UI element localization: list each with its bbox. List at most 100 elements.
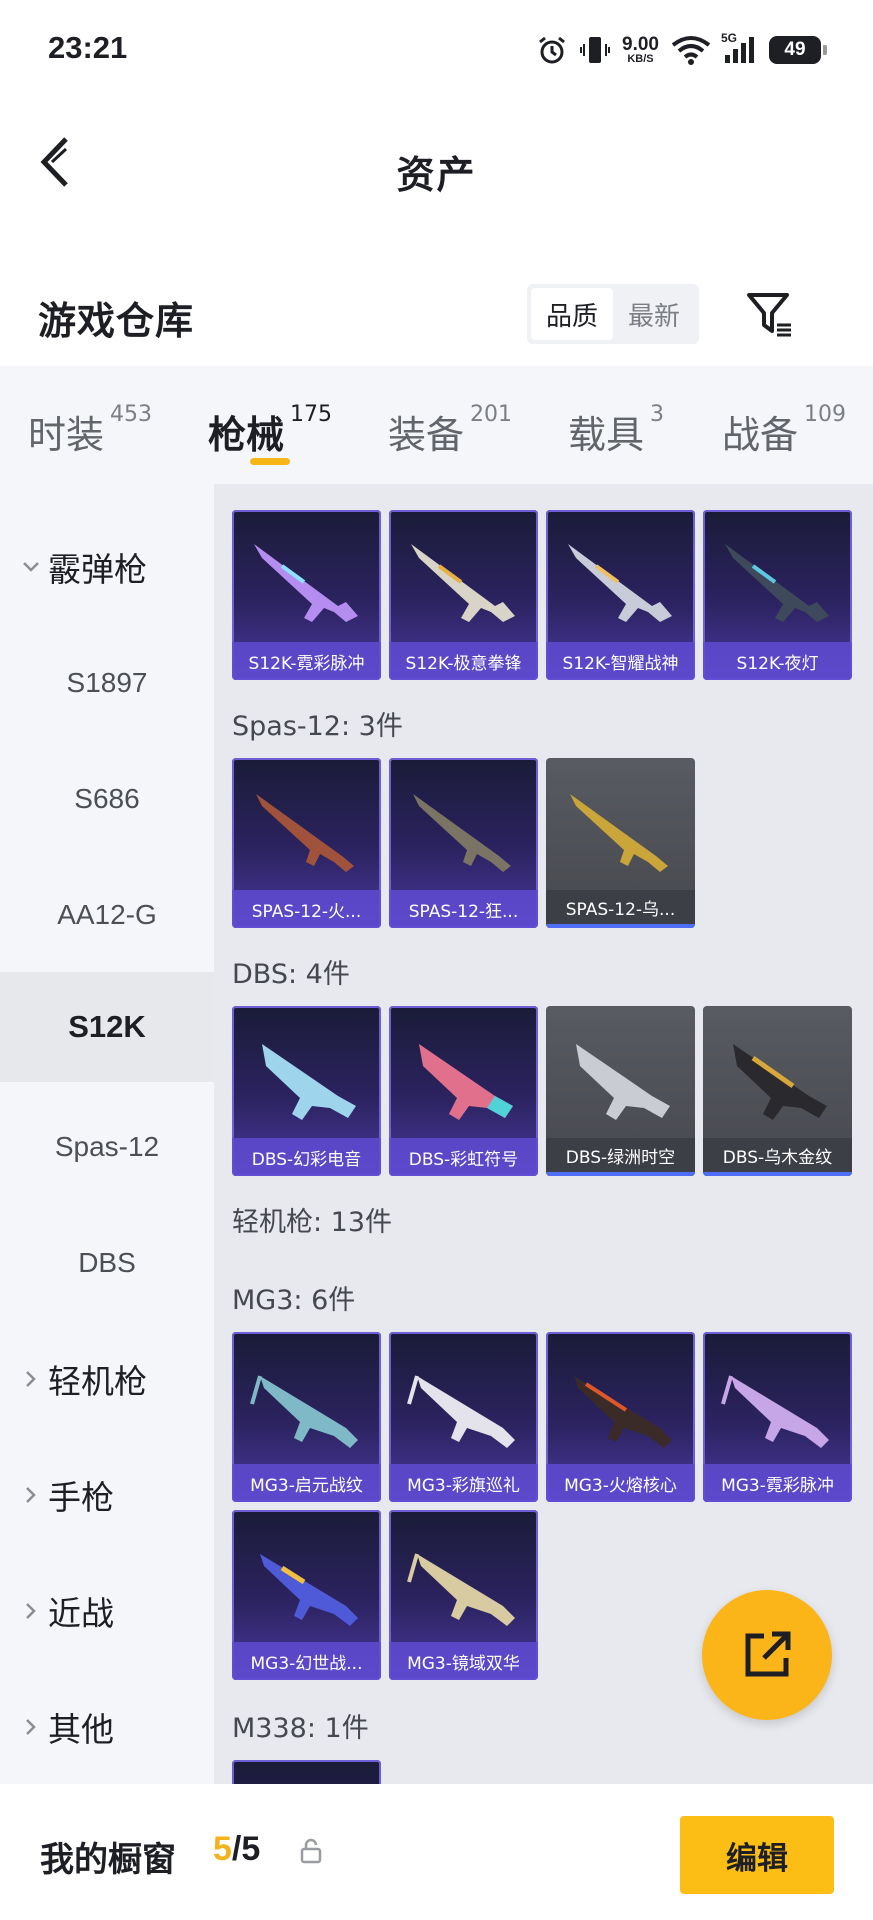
showcase-count: 5/5 [213, 1830, 260, 1869]
sidebar-category-pistol[interactable]: 手枪 [0, 1440, 214, 1550]
sort-quality-button[interactable]: 品质 [531, 288, 613, 340]
tab-equipment[interactable]: 装备 201 [388, 402, 512, 459]
chevron-right-icon [20, 1370, 42, 1388]
item-grid: S12K-霓彩脉冲 S12K-极意拳锋 S12K-智耀战神 S12K-夜灯 Sp… [214, 484, 873, 1784]
machine-gun-icon [260, 1554, 358, 1626]
item-card[interactable]: MG3-幻世战... [232, 1510, 381, 1680]
sidebar-item-spas12[interactable]: Spas-12 [0, 1092, 214, 1202]
item-label: MG3-镜域双华 [389, 1642, 538, 1680]
item-label: S12K-霓彩脉冲 [232, 642, 381, 680]
item-card[interactable] [232, 1760, 381, 1784]
shotgun-icon [419, 1044, 513, 1120]
chevron-right-icon [20, 1602, 42, 1620]
sidebar-item-s686[interactable]: S686 [0, 744, 214, 854]
tab-costume[interactable]: 时装 453 [28, 402, 153, 459]
status-bar: 23:21 9.00 KB/S 5G 49 [0, 0, 873, 104]
shotgun-icon [576, 1044, 670, 1120]
item-card[interactable]: MG3-启元战纹 [232, 1332, 381, 1502]
item-card[interactable]: MG3-霓彩脉冲 [703, 1332, 852, 1502]
item-label: MG3-幻世战... [232, 1642, 381, 1680]
item-label: S12K-极意拳锋 [389, 642, 538, 680]
group-title-m338: M338: 1件 [232, 1713, 369, 1744]
item-card[interactable]: DBS-绿洲时空 [546, 1006, 695, 1176]
tab-count: 109 [804, 402, 847, 427]
shotgun-icon [733, 1044, 827, 1120]
sidebar-item-s1897[interactable]: S1897 [0, 628, 214, 738]
tab-count: 175 [290, 402, 333, 427]
alarm-icon [536, 34, 568, 66]
group-title-dbs: DBS: 4件 [232, 959, 350, 990]
machine-gun-icon [250, 1375, 358, 1448]
item-card[interactable]: S12K-霓彩脉冲 [232, 510, 381, 680]
sidebar-category-label: 霰弹枪 [48, 550, 147, 589]
item-card[interactable]: DBS-彩虹符号 [389, 1006, 538, 1176]
active-tab-indicator [250, 458, 290, 465]
external-link-icon [745, 1631, 791, 1677]
tab-count: 453 [110, 402, 153, 427]
tab-gear[interactable]: 战备 109 [722, 402, 847, 459]
signal-label: 5G [721, 31, 738, 45]
sidebar-category-label: 其他 [48, 1710, 114, 1749]
section-title: 游戏仓库 [38, 299, 195, 343]
tab-guns[interactable]: 枪械 175 [208, 402, 333, 459]
sidebar-category-other[interactable]: 其他 [0, 1672, 214, 1782]
tab-label: 战备 [722, 413, 799, 457]
tab-vehicles[interactable]: 载具 3 [568, 402, 664, 459]
showcase-count-current: 5 [213, 1830, 232, 1868]
item-label: SPAS-12-火... [232, 890, 381, 928]
item-card[interactable]: SPAS-12-狂... [389, 758, 538, 928]
machine-gun-icon [721, 1375, 829, 1448]
top-nav: 资产 [0, 104, 873, 224]
item-card[interactable]: MG3-火熔核心 [546, 1332, 695, 1502]
item-label: SPAS-12-狂... [389, 890, 538, 928]
item-label: DBS-乌木金纹 [703, 1138, 852, 1176]
sort-newest-button[interactable]: 最新 [613, 288, 695, 340]
filter-button[interactable] [742, 286, 798, 342]
sidebar-item-s12k[interactable]: S12K [0, 972, 214, 1082]
filter-icon [747, 293, 791, 337]
item-label: MG3-火熔核心 [546, 1464, 695, 1502]
item-card[interactable]: MG3-镜域双华 [389, 1510, 538, 1680]
item-label: S12K-夜灯 [703, 642, 852, 680]
item-label: MG3-霓彩脉冲 [703, 1464, 852, 1502]
showcase-count-separator: / [231, 1830, 242, 1868]
shotgun-icon [568, 544, 672, 622]
item-card[interactable]: SPAS-12-火... [232, 758, 381, 928]
machine-gun-icon [407, 1553, 515, 1626]
chevron-right-icon [20, 1718, 42, 1736]
machine-gun-icon [407, 1375, 515, 1448]
chevron-down-icon [20, 561, 42, 573]
group-title-spas12: Spas-12: 3件 [232, 711, 403, 742]
machine-gun-icon [574, 1376, 672, 1448]
lock-icon [300, 1838, 322, 1864]
item-card[interactable]: DBS-幻彩电音 [232, 1006, 381, 1176]
battery-indicator: 49 [769, 36, 827, 64]
group-title-mg3: MG3: 6件 [232, 1285, 356, 1316]
net-speed: 9.00 KB/S [622, 35, 659, 65]
sidebar-category-label: 近战 [48, 1594, 114, 1633]
sidebar-item-dbs[interactable]: DBS [0, 1208, 214, 1318]
shotgun-icon [262, 1044, 356, 1120]
edit-button[interactable]: 编辑 [680, 1816, 834, 1894]
sort-toggle: 品质 最新 [527, 284, 699, 344]
item-card[interactable]: S12K-智耀战神 [546, 510, 695, 680]
sidebar-category-shotgun[interactable]: 霰弹枪 [0, 512, 214, 622]
item-card[interactable]: SPAS-12-乌... [546, 758, 695, 928]
share-button[interactable] [702, 1590, 832, 1720]
item-card[interactable]: MG3-彩旗巡礼 [389, 1332, 538, 1502]
status-time: 23:21 [48, 30, 128, 65]
tab-label: 时装 [28, 413, 105, 457]
sidebar-category-lmg[interactable]: 轻机枪 [0, 1324, 214, 1434]
sidebar-category-label: 轻机枪 [48, 1362, 147, 1401]
item-label: S12K-智耀战神 [546, 642, 695, 680]
shotgun-icon [725, 544, 829, 622]
item-label: SPAS-12-乌... [546, 890, 695, 928]
item-card[interactable]: S12K-极意拳锋 [389, 510, 538, 680]
group-title-lmg: 轻机枪: 13件 [232, 1207, 393, 1238]
sidebar: 霰弹枪 S1897 S686 AA12-G S12K Spas-12 DBS 轻… [0, 484, 214, 1784]
item-card[interactable]: DBS-乌木金纹 [703, 1006, 852, 1176]
item-card[interactable]: S12K-夜灯 [703, 510, 852, 680]
bottom-bar: 我的橱窗 5/5 编辑 [0, 1784, 873, 1920]
sidebar-category-melee[interactable]: 近战 [0, 1556, 214, 1666]
sidebar-item-aa12g[interactable]: AA12-G [0, 860, 214, 970]
